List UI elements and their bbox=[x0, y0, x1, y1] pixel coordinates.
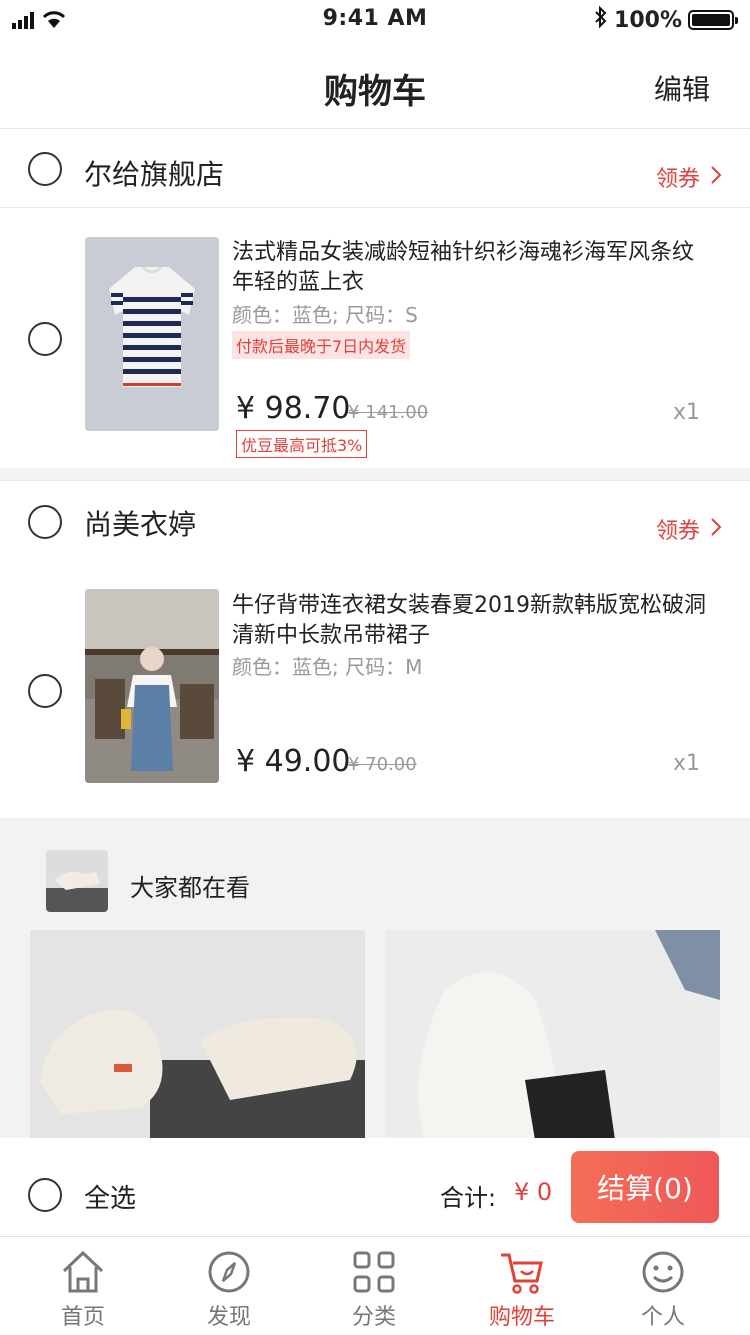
edit-button[interactable]: 编辑 bbox=[654, 68, 710, 108]
cart-item: 法式精品女装减龄短袖针织衫海魂衫海军风条纹年轻的蓝上衣 颜色：蓝色; 尺码：S … bbox=[0, 208, 750, 468]
bluetooth-icon bbox=[594, 5, 608, 34]
status-bar: 9:41 AM 100% bbox=[0, 0, 750, 40]
select-all-label[interactable]: 全选 bbox=[84, 1178, 136, 1215]
tab-label: 分类 bbox=[351, 1305, 396, 1330]
tab-label: 首页 bbox=[60, 1305, 105, 1330]
item-select-radio[interactable] bbox=[28, 322, 62, 356]
product-spec[interactable]: 颜色：蓝色; 尺码：M bbox=[232, 651, 422, 680]
shop-select-radio[interactable] bbox=[28, 152, 62, 186]
shop-header: 尚美衣婷 领券 bbox=[0, 480, 750, 560]
tab-cart[interactable]: 购物车 bbox=[447, 1237, 597, 1335]
recommended-product-card[interactable] bbox=[385, 930, 720, 1140]
product-spec[interactable]: 颜色：蓝色; 尺码：S bbox=[232, 299, 418, 328]
shop-header: 尔给旗舰店 领券 bbox=[0, 129, 750, 208]
recommended-product-card[interactable] bbox=[30, 930, 365, 1140]
tab-profile[interactable]: 个人 bbox=[588, 1237, 738, 1335]
cart-icon bbox=[497, 1247, 547, 1297]
original-price: ¥ 70.00 bbox=[348, 754, 417, 775]
product-title[interactable]: 牛仔背带连衣裙女装春夏2019新款韩版宽松破洞清新中长款吊带裙子 bbox=[232, 591, 712, 651]
page-title: 购物车 bbox=[324, 72, 426, 112]
product-title[interactable]: 法式精品女装减龄短袖针织衫海魂衫海军风条纹年轻的蓝上衣 bbox=[232, 238, 712, 298]
original-price: ¥ 141.00 bbox=[348, 402, 429, 423]
tab-bar: 首页 发现 分类 购物车 个人 bbox=[0, 1236, 750, 1335]
tab-category[interactable]: 分类 bbox=[299, 1237, 449, 1335]
shipping-note: 付款后最晚于7日内发货 bbox=[232, 331, 411, 359]
promo-tag: 优豆最高可抵3% bbox=[236, 430, 368, 458]
select-all-radio[interactable] bbox=[28, 1178, 62, 1212]
navigation-bar: 购物车 编辑 bbox=[0, 40, 750, 129]
smile-icon bbox=[638, 1247, 688, 1297]
total-value: ¥ 0 bbox=[514, 1178, 553, 1206]
shop-name[interactable]: 尚美衣婷 bbox=[84, 503, 196, 543]
shop-select-radio[interactable] bbox=[28, 505, 62, 539]
item-select-radio[interactable] bbox=[28, 674, 62, 708]
tab-discover[interactable]: 发现 bbox=[154, 1237, 304, 1335]
recommendation-section: 大家都在看 bbox=[0, 818, 750, 1140]
grid-icon bbox=[349, 1247, 399, 1297]
chevron-right-icon[interactable] bbox=[710, 165, 722, 189]
product-price: ¥ 49.00 bbox=[236, 744, 351, 779]
tab-label: 购物车 bbox=[488, 1305, 555, 1330]
section-title: 大家都在看 bbox=[130, 874, 250, 902]
coupon-link[interactable]: 领券 bbox=[656, 513, 700, 545]
recommend-avatar bbox=[46, 850, 108, 912]
tab-label: 发现 bbox=[206, 1305, 251, 1330]
tab-label: 个人 bbox=[640, 1305, 685, 1330]
chevron-right-icon[interactable] bbox=[710, 517, 722, 541]
product-image[interactable] bbox=[85, 589, 219, 783]
quantity: x1 bbox=[672, 751, 700, 776]
battery-icon bbox=[688, 10, 738, 30]
coupon-link[interactable]: 领券 bbox=[656, 161, 700, 193]
cart-item: 牛仔背带连衣裙女装春夏2019新款韩版宽松破洞清新中长款吊带裙子 颜色：蓝色; … bbox=[0, 559, 750, 818]
quantity: x1 bbox=[672, 400, 700, 425]
compass-icon bbox=[204, 1247, 254, 1297]
checkout-bar: 全选 合计: ¥ 0 结算(0) bbox=[0, 1138, 750, 1236]
battery-percent: 100% bbox=[614, 7, 682, 33]
tab-home[interactable]: 首页 bbox=[8, 1237, 158, 1335]
home-icon bbox=[58, 1247, 108, 1297]
total-label: 合计: bbox=[440, 1184, 497, 1212]
product-image[interactable] bbox=[85, 237, 219, 431]
product-price: ¥ 98.70 bbox=[236, 391, 351, 426]
checkout-button[interactable]: 结算(0) bbox=[571, 1151, 719, 1223]
shop-name[interactable]: 尔给旗舰店 bbox=[84, 153, 224, 193]
